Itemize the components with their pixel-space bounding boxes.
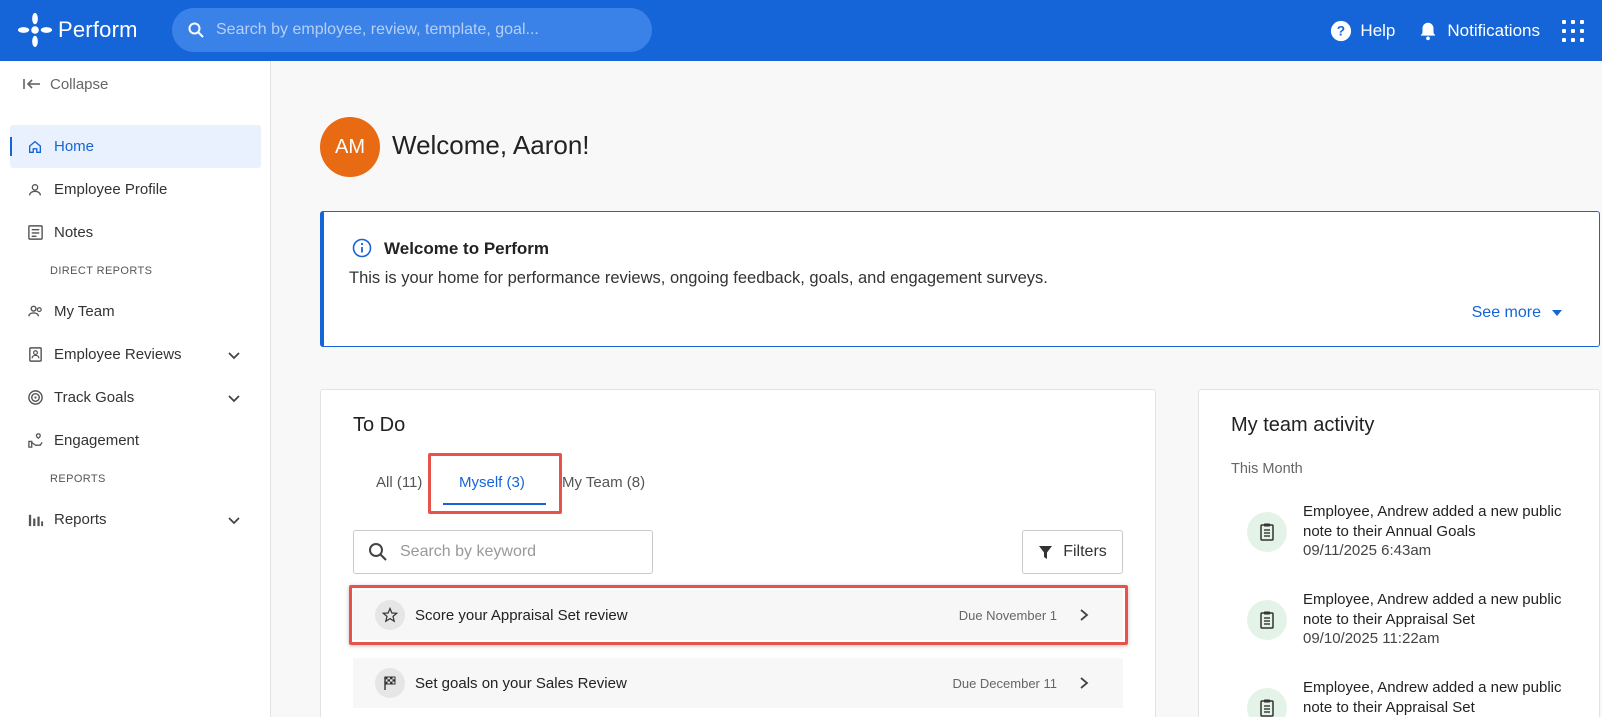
note-icon <box>1247 512 1287 552</box>
banner-body: This is your home for performance review… <box>349 269 1048 287</box>
perform-logo-icon <box>17 12 53 48</box>
activity-time: 09/10/2025 11:22am <box>1303 630 1440 647</box>
app-logo[interactable]: Perform <box>16 11 138 49</box>
sidebar-item-label: Employee Reviews <box>54 346 182 363</box>
avatar: AM <box>320 117 380 177</box>
collapse-button[interactable]: Collapse <box>23 75 108 93</box>
caret-down-icon <box>1552 310 1562 316</box>
highlight-box-tab <box>428 453 562 514</box>
chevron-down-icon <box>228 516 240 524</box>
todo-card: To Do All (11) Myself (3) My Team (8) Fi… <box>320 389 1156 717</box>
highlight-box-row <box>349 585 1128 645</box>
todo-item[interactable]: Set goals on your Sales Review Due Decem… <box>353 658 1123 708</box>
see-more-button[interactable]: See more <box>1472 304 1563 322</box>
sidebar-item-reports[interactable]: Reports <box>10 498 261 541</box>
chevron-down-icon <box>228 394 240 402</box>
team-activity-card: My team activity This Month Employee, An… <box>1198 389 1600 717</box>
target-icon <box>26 389 44 407</box>
engagement-icon <box>26 432 44 450</box>
activity-text: Employee, Andrew added a new public note… <box>1303 503 1562 540</box>
todo-item-title: Set goals on your Sales Review <box>415 674 627 692</box>
page-title: Welcome, Aaron! <box>392 130 590 160</box>
collapse-label: Collapse <box>50 75 109 93</box>
help-icon: ? <box>1331 20 1352 41</box>
bell-icon <box>1421 22 1436 40</box>
activity-text: Employee, Andrew added a new public note… <box>1303 679 1562 716</box>
global-search-input[interactable] <box>216 21 636 39</box>
sidebar-item-label: Reports <box>54 511 107 528</box>
filters-button[interactable]: Filters <box>1022 530 1123 574</box>
banner-title: Welcome to Perform <box>384 239 550 258</box>
sidebar-item-employee-reviews[interactable]: Employee Reviews <box>10 333 261 376</box>
sidebar-item-engagement[interactable]: Engagement <box>10 419 261 462</box>
sidebar-item-label: My Team <box>54 303 115 320</box>
top-bar: Perform ? Help Notifications <box>0 0 1602 61</box>
sidebar-item-employee-profile[interactable]: Employee Profile <box>10 168 261 211</box>
sidebar-item-label: Notes <box>54 224 94 241</box>
keyword-search[interactable] <box>353 530 653 574</box>
sidebar-item-my-team[interactable]: My Team <box>10 290 261 333</box>
todo-title: To Do <box>353 414 406 436</box>
sidebar-item-label: Track Goals <box>54 389 135 406</box>
svg-text:?: ? <box>1337 23 1345 38</box>
notifications-button[interactable]: Notifications <box>1417 20 1540 42</box>
sidebar: Collapse Home Employee Profile Notes DIR… <box>0 61 271 717</box>
notifications-label: Notifications <box>1447 20 1540 40</box>
global-search[interactable] <box>172 8 652 52</box>
flag-icon <box>375 668 405 698</box>
notes-icon <box>26 224 44 242</box>
activity-time: 09/11/2025 6:43am <box>1303 542 1432 559</box>
person-icon <box>26 181 44 199</box>
section-label-direct-reports: DIRECT REPORTS <box>50 265 153 277</box>
sidebar-item-label: Home <box>54 138 95 155</box>
filters-label: Filters <box>1063 543 1107 560</box>
search-icon <box>188 22 204 38</box>
chevron-right-icon <box>1080 677 1089 689</box>
help-label: Help <box>1360 20 1396 40</box>
sidebar-item-notes[interactable]: Notes <box>10 211 261 254</box>
activity-text: Employee, Andrew added a new public note… <box>1303 591 1562 628</box>
todo-item-due: Due December 11 <box>952 675 1057 691</box>
review-icon <box>26 346 44 364</box>
chevron-down-icon <box>228 351 240 359</box>
welcome-banner: Welcome to Perform This is your home for… <box>320 211 1600 347</box>
filter-icon <box>1039 545 1053 559</box>
sidebar-item-track-goals[interactable]: Track Goals <box>10 376 261 419</box>
team-icon <box>26 303 44 321</box>
sidebar-item-home[interactable]: Home <box>10 125 261 168</box>
tab-my-team[interactable]: My Team (8) <box>562 474 645 491</box>
info-icon <box>352 238 372 258</box>
team-activity-period: This Month <box>1231 461 1303 477</box>
help-button[interactable]: ? Help <box>1330 20 1395 42</box>
app-launcher-icon[interactable] <box>1562 19 1584 42</box>
sidebar-item-label: Engagement <box>54 432 140 449</box>
bar-chart-icon <box>26 511 44 529</box>
tab-all[interactable]: All (11) <box>376 474 422 491</box>
note-icon <box>1247 600 1287 640</box>
note-icon <box>1247 688 1287 717</box>
home-icon <box>26 138 44 156</box>
collapse-arrow-icon <box>23 79 40 89</box>
see-more-label: See more <box>1471 304 1541 321</box>
section-label-reports: REPORTS <box>50 473 106 485</box>
keyword-search-input[interactable] <box>400 543 640 561</box>
team-activity-title: My team activity <box>1231 414 1375 436</box>
sidebar-item-label: Employee Profile <box>54 181 168 198</box>
app-name: Perform <box>58 17 138 42</box>
search-icon <box>369 543 387 561</box>
